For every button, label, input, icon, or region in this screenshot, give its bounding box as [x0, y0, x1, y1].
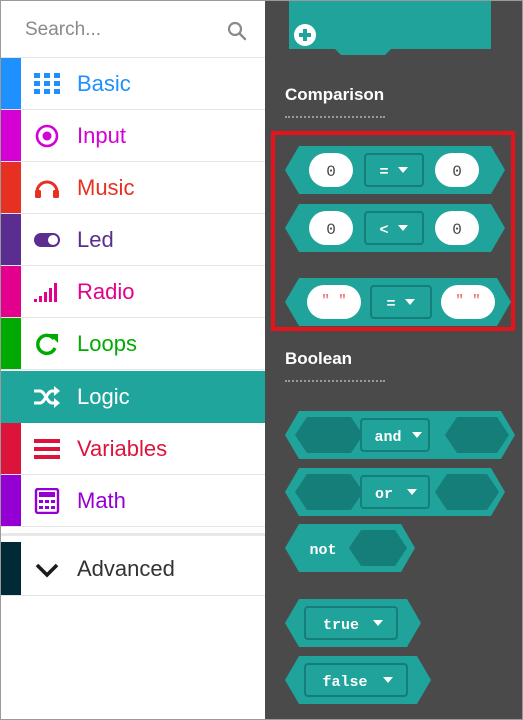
category-label: Variables: [77, 436, 168, 461]
section-heading-boolean: Boolean: [285, 349, 353, 368]
shuffle-icon: [34, 386, 60, 408]
category-label: Advanced: [77, 556, 175, 581]
category-label: Basic: [77, 71, 131, 96]
refresh-icon: [36, 333, 58, 356]
category-color-bar: [1, 58, 21, 109]
true-block[interactable]: true: [285, 599, 421, 647]
category-color-bar: [1, 110, 21, 161]
target-icon: [35, 124, 59, 148]
category-basic[interactable]: Basic: [1, 58, 265, 110]
category-label: Loops: [77, 331, 137, 356]
calculator-icon: [34, 488, 60, 514]
not-label: not: [309, 542, 336, 559]
category-music[interactable]: Music: [1, 162, 265, 214]
category-label: Input: [77, 123, 126, 148]
category-label: Math: [77, 488, 126, 513]
section-heading-comparison: Comparison: [285, 85, 385, 104]
value-dropdown[interactable]: true: [323, 617, 359, 634]
category-color-bar: [1, 162, 21, 213]
grid-icon: [34, 73, 60, 94]
operator-dropdown[interactable]: and: [374, 429, 401, 446]
signal-icon: [34, 283, 57, 302]
blocks-flyout: Comparison 0 = 0 0 < 0 " " = " " Boolean…: [265, 1, 522, 719]
comparison-highlight: [271, 131, 515, 331]
toggle-icon: [34, 233, 60, 247]
category-advanced[interactable]: Advanced: [1, 542, 265, 596]
category-variables[interactable]: Variables: [1, 423, 265, 475]
category-label: Led: [77, 227, 114, 252]
search-input[interactable]: Search...: [25, 19, 101, 41]
advanced-separator: [1, 533, 265, 536]
category-label: Music: [77, 175, 135, 200]
category-color-bar: [1, 214, 21, 265]
category-color-bar: [1, 475, 21, 526]
toolbox-sidebar: Search... Basic Input Music Led Radio Lo…: [1, 1, 265, 719]
heading-underline: [285, 116, 385, 118]
category-input[interactable]: Input: [1, 110, 265, 162]
chevron-down-icon: [35, 563, 59, 578]
operator-dropdown[interactable]: or: [375, 486, 393, 503]
value-dropdown[interactable]: false: [322, 674, 367, 691]
category-loops[interactable]: Loops: [1, 318, 265, 370]
category-radio[interactable]: Radio: [1, 266, 265, 318]
search-box[interactable]: Search...: [1, 1, 265, 58]
category-led[interactable]: Led: [1, 214, 265, 266]
category-color-bar: [1, 318, 21, 369]
list-icon: [34, 439, 60, 459]
category-color-bar: [1, 423, 21, 474]
or-block[interactable]: or: [285, 468, 505, 516]
category-label: Logic: [77, 384, 130, 409]
heading-underline: [285, 380, 385, 382]
category-color-bar: [1, 542, 21, 595]
category-label: Radio: [77, 279, 135, 304]
category-logic[interactable]: Logic: [1, 371, 265, 423]
false-block[interactable]: false: [285, 656, 431, 704]
headphones-icon: [35, 180, 59, 198]
category-math[interactable]: Math: [1, 475, 265, 527]
not-block[interactable]: not: [285, 524, 415, 572]
search-icon[interactable]: [227, 21, 247, 41]
category-color-bar: [1, 266, 21, 317]
toolbox-window: Search... Basic Input Music Led Radio Lo…: [0, 0, 523, 720]
and-block[interactable]: and: [285, 411, 515, 459]
plus-icon[interactable]: [294, 24, 316, 46]
